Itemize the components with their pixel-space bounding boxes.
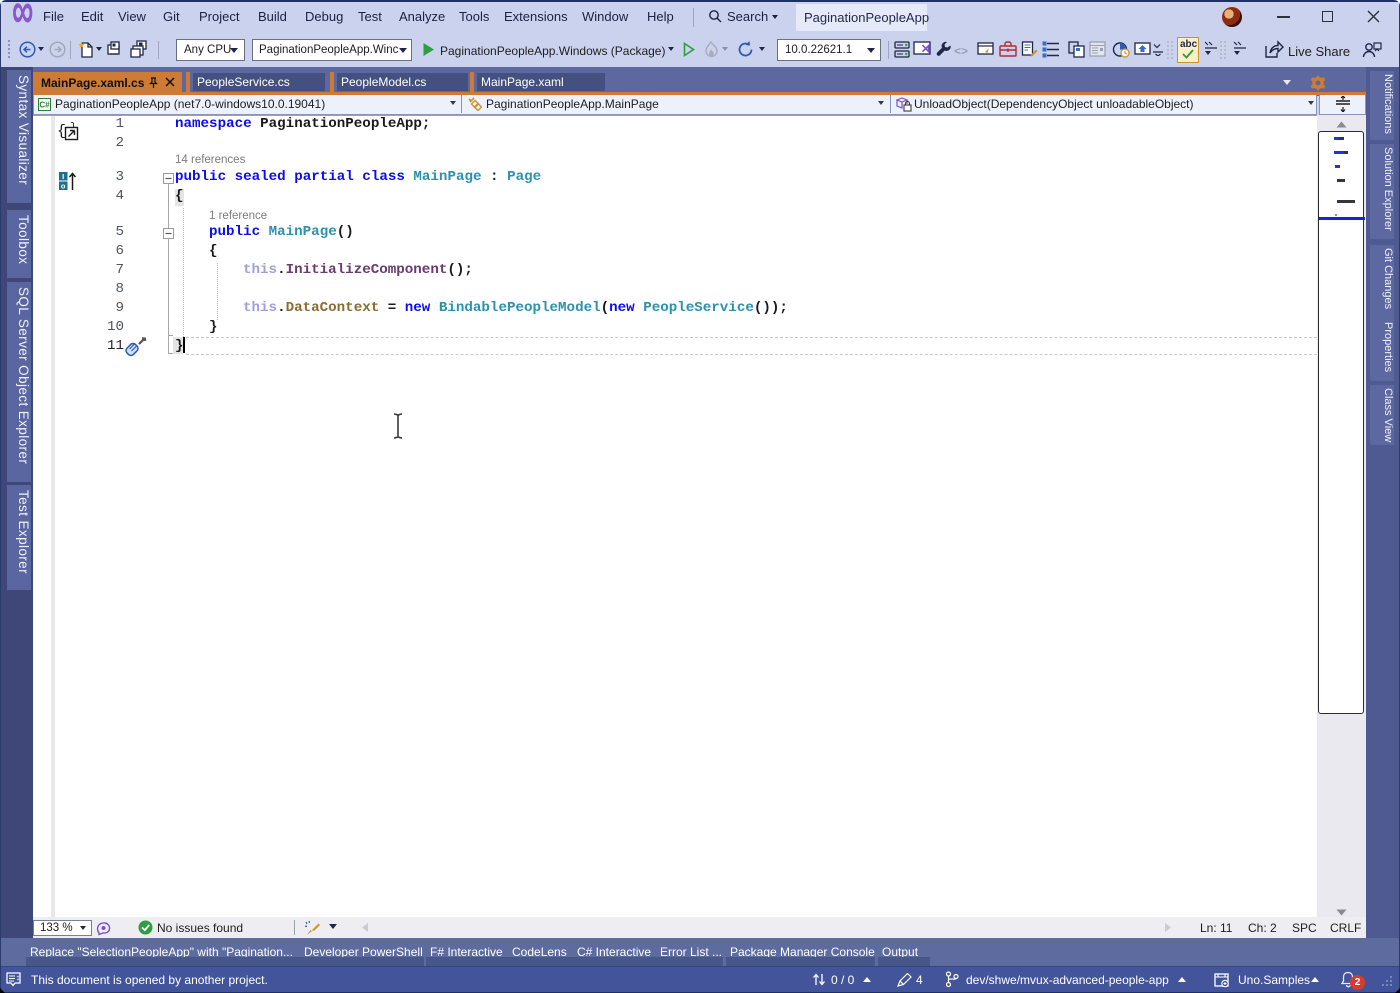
svg-text:C#: C# (39, 100, 50, 109)
svg-text:o: o (61, 182, 66, 191)
svg-text:{: { (57, 123, 66, 140)
svg-text:I: I (62, 172, 64, 181)
